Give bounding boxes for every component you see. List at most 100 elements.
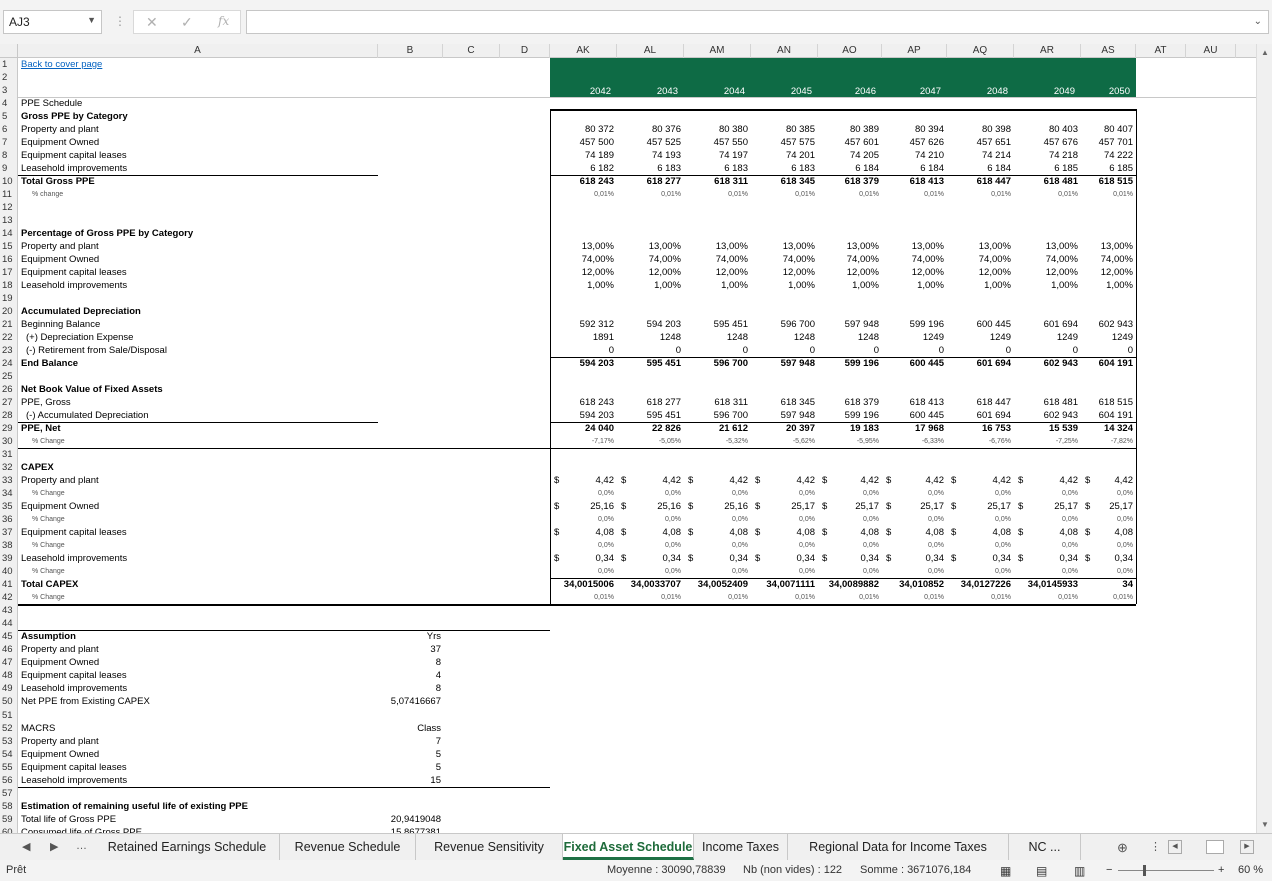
data-cell[interactable]: 457 575 [751, 136, 815, 149]
data-cell[interactable]: 0,0% [947, 487, 1011, 500]
data-cell[interactable]: 4,42 [947, 474, 1012, 487]
tab-options-icon[interactable]: ⋮ [1150, 840, 1161, 853]
data-cell[interactable]: 20 397 [751, 422, 815, 435]
row-header[interactable]: 60 [0, 826, 17, 833]
row-header[interactable]: 37 [0, 526, 17, 539]
formula-input[interactable]: ⌄ [246, 10, 1269, 34]
data-cell[interactable]: 0 [684, 344, 748, 357]
data-cell[interactable]: 14 324 [1081, 422, 1133, 435]
sheet-tab[interactable]: NC ... [1009, 834, 1081, 860]
data-cell[interactable]: 4,42 [882, 474, 945, 487]
data-cell[interactable]: 0 [818, 344, 879, 357]
row-header[interactable]: 30 [0, 435, 17, 448]
data-cell[interactable]: 596 700 [684, 409, 748, 422]
data-cell[interactable]: 6 184 [818, 162, 879, 175]
row-header[interactable]: 18 [0, 279, 17, 292]
data-cell[interactable]: 74 201 [751, 149, 815, 162]
data-cell[interactable]: 0,0% [1014, 513, 1078, 526]
row-header[interactable]: 7 [0, 136, 17, 149]
column-header[interactable]: AT [1136, 44, 1186, 58]
data-cell[interactable]: 1,00% [751, 279, 815, 292]
column-header[interactable]: D [500, 44, 550, 58]
data-cell[interactable]: 12,00% [818, 266, 879, 279]
data-cell[interactable]: 604 191 [1081, 409, 1133, 422]
data-cell[interactable]: 595 451 [617, 409, 681, 422]
zoom-slider-thumb[interactable] [1143, 865, 1146, 876]
row-header[interactable]: 52 [0, 722, 17, 735]
data-cell[interactable]: 34 [1081, 578, 1133, 591]
data-cell[interactable]: 13,00% [550, 240, 614, 253]
data-cell[interactable]: 600 445 [882, 357, 944, 370]
data-cell[interactable]: 6 185 [1014, 162, 1078, 175]
row-header[interactable]: 36 [0, 513, 17, 526]
assumption-value[interactable]: 20,9419048 [378, 813, 441, 826]
row-header[interactable]: 21 [0, 318, 17, 331]
row-header[interactable]: 15 [0, 240, 17, 253]
row-header[interactable]: 57 [0, 787, 17, 800]
data-cell[interactable]: 16 753 [947, 422, 1011, 435]
data-cell[interactable]: 457 676 [1014, 136, 1078, 149]
row-header[interactable]: 55 [0, 761, 17, 774]
data-cell[interactable]: 457 601 [818, 136, 879, 149]
data-cell[interactable]: 0,0% [882, 539, 944, 552]
data-cell[interactable]: 13,00% [617, 240, 681, 253]
data-cell[interactable]: 0 [1014, 344, 1078, 357]
data-cell[interactable]: 0,0% [818, 539, 879, 552]
data-cell[interactable]: 599 196 [818, 409, 879, 422]
data-cell[interactable]: 12,00% [1014, 266, 1078, 279]
vertical-scrollbar[interactable]: ▲ ▼ [1256, 44, 1272, 833]
data-cell[interactable]: 0,0% [684, 539, 748, 552]
data-cell[interactable]: 618 481 [1014, 175, 1078, 188]
data-cell[interactable]: -5,05% [617, 435, 681, 448]
data-cell[interactable]: 0,0% [947, 539, 1011, 552]
data-cell[interactable]: 1248 [617, 331, 681, 344]
name-box[interactable]: AJ3 ▼ [3, 10, 102, 34]
data-cell[interactable]: 457 651 [947, 136, 1011, 149]
horizontal-scrollbar[interactable]: ◀ ▶ [1168, 840, 1258, 855]
data-cell[interactable]: 601 694 [1014, 318, 1078, 331]
data-cell[interactable]: 80 372 [550, 123, 614, 136]
data-cell[interactable]: 596 700 [684, 357, 748, 370]
data-cell[interactable]: 80 380 [684, 123, 748, 136]
data-cell[interactable]: 74 210 [882, 149, 944, 162]
row-header[interactable]: 24 [0, 357, 17, 370]
data-cell[interactable]: 74,00% [818, 253, 879, 266]
data-cell[interactable]: 0,0% [617, 513, 681, 526]
data-cell[interactable]: 6 184 [882, 162, 944, 175]
data-cell[interactable]: 0,01% [684, 188, 748, 201]
confirm-icon[interactable]: ✓ [181, 14, 193, 31]
data-cell[interactable]: 618 515 [1081, 396, 1133, 409]
data-cell[interactable]: 1,00% [947, 279, 1011, 292]
assumption-value[interactable]: 8 [378, 656, 441, 669]
data-cell[interactable]: 0,0% [684, 487, 748, 500]
data-cell[interactable]: 0,0% [1014, 487, 1078, 500]
data-cell[interactable]: 595 451 [684, 318, 748, 331]
data-cell[interactable]: 0,34 [882, 552, 945, 565]
data-cell[interactable]: 602 943 [1081, 318, 1133, 331]
data-cell[interactable]: 618 379 [818, 175, 879, 188]
data-cell[interactable]: 0,01% [882, 188, 944, 201]
data-cell[interactable]: 74,00% [550, 253, 614, 266]
row-header[interactable]: 45 [0, 630, 17, 643]
row-header[interactable]: 44 [0, 617, 17, 630]
scroll-down-icon[interactable]: ▼ [1261, 820, 1269, 829]
data-cell[interactable]: 4,08 [617, 526, 682, 539]
data-cell[interactable]: 34,0127226 [947, 578, 1011, 591]
column-header[interactable]: AO [818, 44, 882, 58]
row-header[interactable]: 1 [0, 58, 17, 71]
assumption-value[interactable]: 5 [378, 748, 441, 761]
data-cell[interactable]: 74,00% [1081, 253, 1133, 266]
data-cell[interactable]: 13,00% [882, 240, 944, 253]
data-cell[interactable]: 599 196 [882, 318, 944, 331]
data-cell[interactable]: 1,00% [617, 279, 681, 292]
data-cell[interactable]: 4,08 [1014, 526, 1079, 539]
data-cell[interactable]: 0,0% [684, 565, 748, 578]
assumption-value[interactable]: 15,8677381 [378, 826, 441, 833]
data-cell[interactable]: 0,01% [1014, 188, 1078, 201]
data-cell[interactable]: 1,00% [684, 279, 748, 292]
data-cell[interactable]: 1,00% [882, 279, 944, 292]
row-header[interactable]: 54 [0, 748, 17, 761]
data-cell[interactable]: 12,00% [617, 266, 681, 279]
column-header[interactable]: AP [882, 44, 947, 58]
row-header[interactable]: 46 [0, 643, 17, 656]
